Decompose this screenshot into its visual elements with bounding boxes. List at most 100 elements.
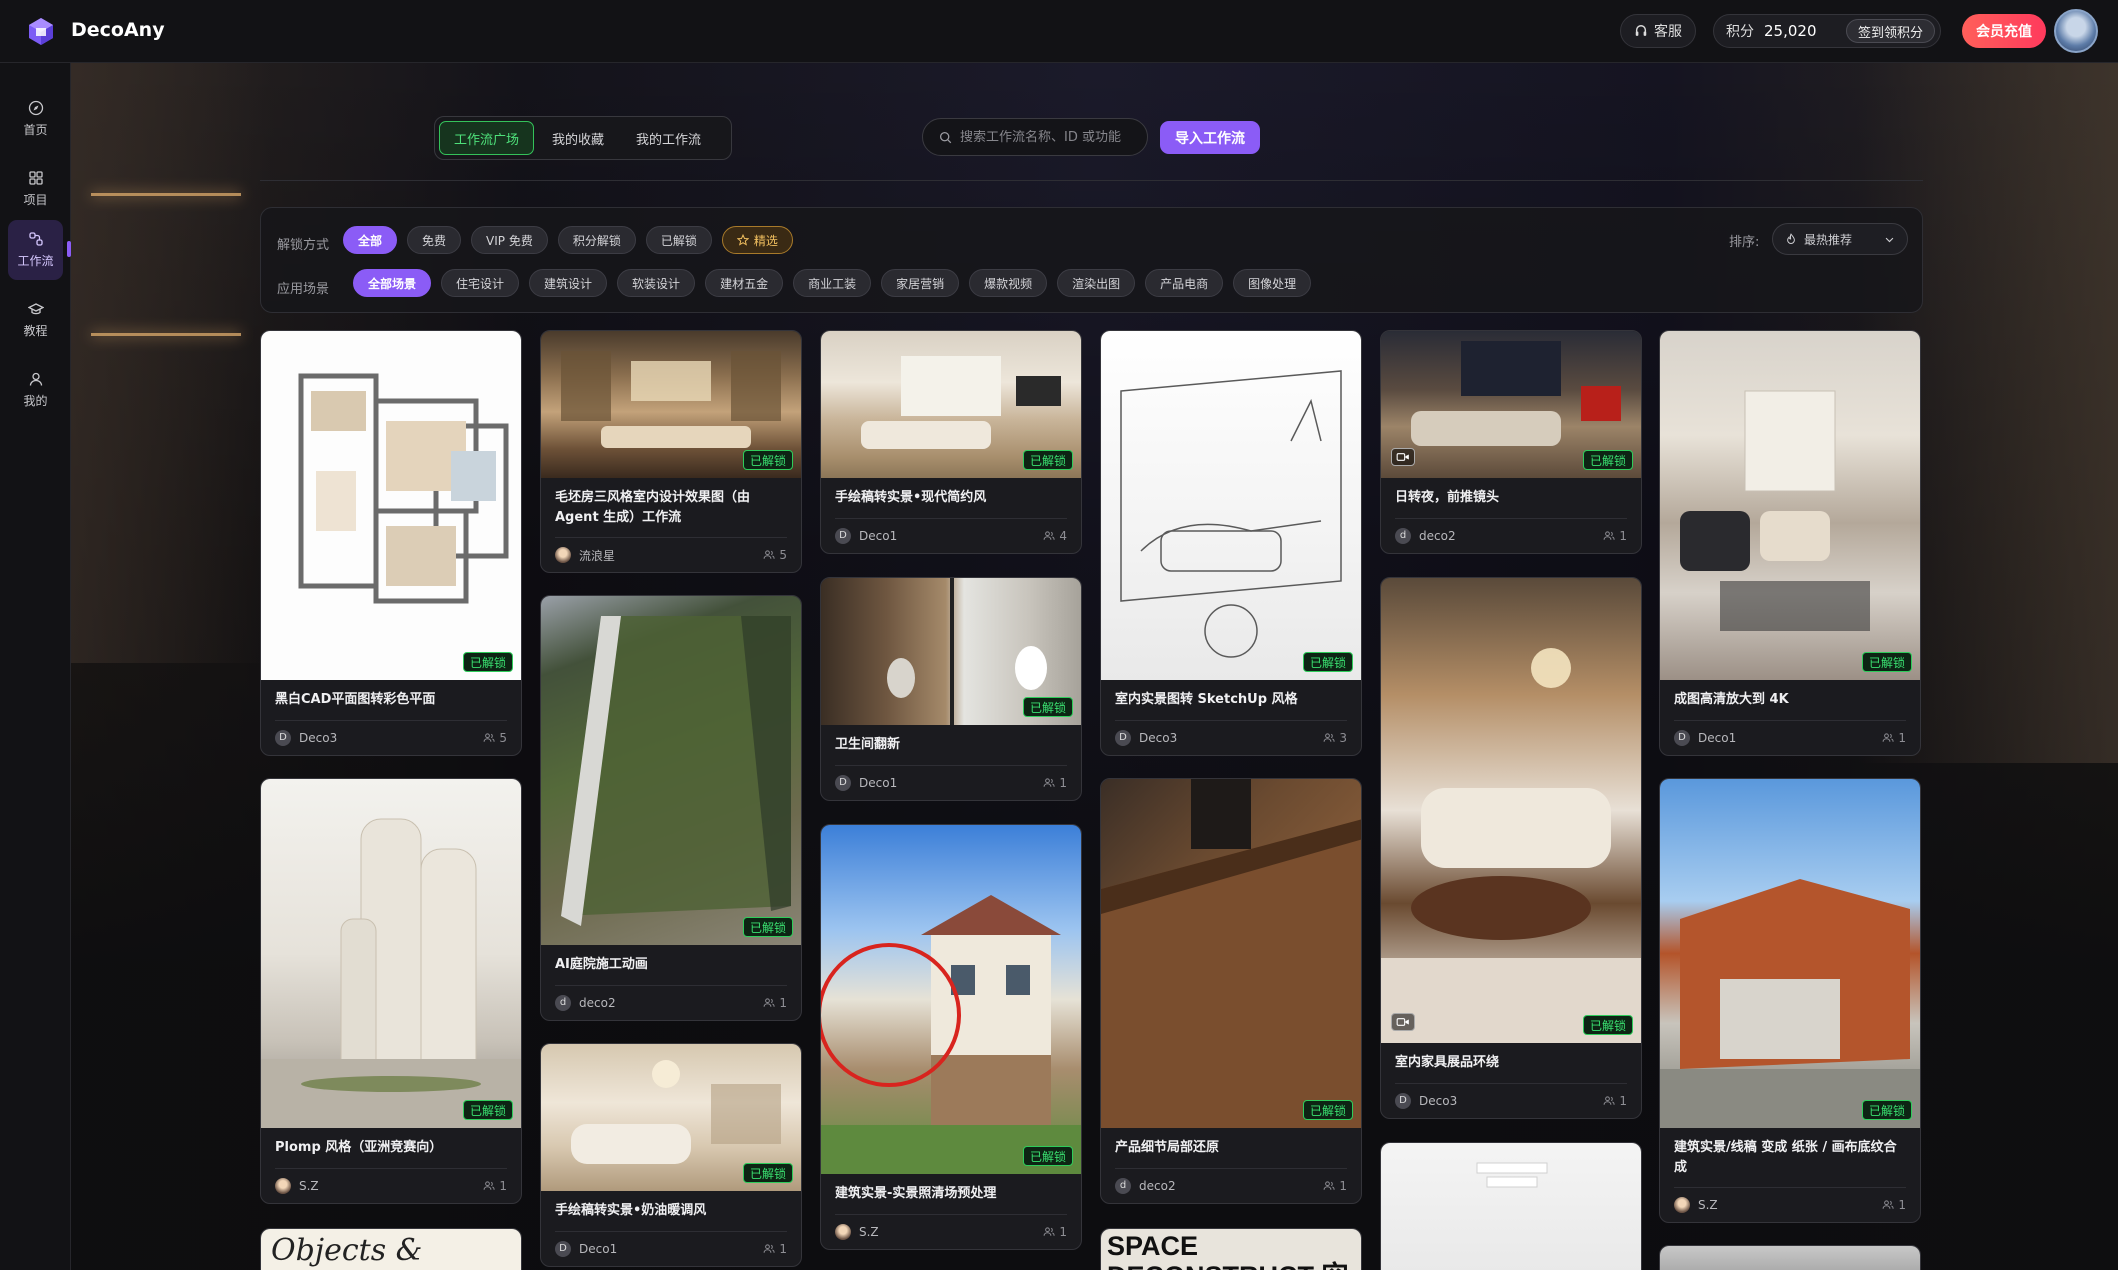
- users-icon: [763, 1243, 775, 1253]
- workflow-card[interactable]: 已解锁 室内家具展品环绕 D Deco3 1: [1380, 577, 1642, 1119]
- author-name: S.Z: [1698, 1198, 1718, 1212]
- tab-my-workflows[interactable]: 我的工作流: [622, 121, 715, 155]
- scene-chip-home-marketing[interactable]: 家居营销: [881, 269, 960, 297]
- usage-count: 1: [763, 996, 787, 1010]
- card-thumbnail: 已解锁: [1101, 779, 1361, 1128]
- workflow-card[interactable]: 已解锁 手绘稿转实景•现代简约风 D Deco1 4: [820, 330, 1082, 554]
- workflow-card[interactable]: [1380, 1142, 1642, 1270]
- users-icon: [1882, 732, 1894, 742]
- workflow-card[interactable]: 已解锁 黑白CAD平面图转彩色平面 D Deco3 5: [260, 330, 522, 756]
- sort-select[interactable]: 最热推荐: [1772, 223, 1908, 255]
- sidebar-item-home[interactable]: 首页: [8, 89, 63, 149]
- usage-value: 1: [499, 1178, 507, 1193]
- users-icon: [483, 732, 495, 742]
- card-thumbnail: 已解锁: [821, 578, 1081, 725]
- sketch-illustration: [1120, 370, 1342, 658]
- video-icon: [1391, 448, 1415, 466]
- scene-chip-architecture[interactable]: 建筑设计: [529, 269, 608, 297]
- card-thumbnail: 已解锁: [1660, 779, 1920, 1128]
- vip-recharge-button[interactable]: 会员充值: [1962, 14, 2046, 48]
- workflow-card[interactable]: 已解锁 室内实景图转 SketchUp 风格 D Deco3 3: [1100, 330, 1362, 756]
- import-workflow-button[interactable]: 导入工作流: [1160, 121, 1260, 154]
- usage-count: 1: [1043, 776, 1067, 790]
- workflow-card[interactable]: [1659, 1245, 1921, 1270]
- workflow-card[interactable]: 已解锁 日转夜，前推镜头 d deco2 1: [1380, 330, 1642, 554]
- workflow-card[interactable]: 已解锁 Plomp 风格（亚洲竞赛向） S.Z 1: [260, 778, 522, 1204]
- card-title: 建筑实景/线稿 变成 纸张 / 画布底纹合成: [1674, 1140, 1897, 1175]
- filter-chip-free[interactable]: 免费: [407, 226, 462, 254]
- filter-chip-unlocked[interactable]: 已解锁: [645, 226, 712, 254]
- sidebar-item-label: 我的: [23, 394, 48, 408]
- filter-chip-featured[interactable]: 精选: [721, 226, 793, 254]
- workflow-card[interactable]: Objects & Lamps: [260, 1228, 522, 1270]
- usage-count: 1: [1323, 1179, 1347, 1193]
- workflow-card[interactable]: 已解锁 建筑实景/线稿 变成 纸张 / 画布底纹合成 S.Z 1: [1659, 778, 1921, 1223]
- scene-chip-ecommerce[interactable]: 产品电商: [1145, 269, 1224, 297]
- points-label: 积分: [1726, 24, 1754, 40]
- author-avatar: d: [555, 994, 571, 1011]
- card-thumbnail: 已解锁: [541, 596, 801, 945]
- author-name: Deco3: [299, 730, 338, 745]
- usage-count: 1: [1603, 1094, 1627, 1108]
- workflow-card[interactable]: SPACE DECONSTRUCT 空间解构: [1100, 1228, 1362, 1270]
- sidebar-item-projects[interactable]: 项目: [8, 159, 63, 219]
- card-thumbnail: SPACE DECONSTRUCT 空间解构: [1101, 1229, 1361, 1270]
- card-thumbnail: 已解锁: [541, 1044, 801, 1191]
- unlocked-badge: 已解锁: [1582, 1015, 1633, 1035]
- decoany-logo-icon[interactable]: [26, 16, 56, 46]
- author-avatar: D: [1115, 729, 1131, 746]
- card-footer: 流浪星 5: [541, 538, 801, 572]
- author-avatar: D: [835, 774, 851, 791]
- usage-value: 5: [779, 548, 787, 562]
- scene-chip-residential[interactable]: 住宅设计: [441, 269, 520, 297]
- author-name: Deco1: [1698, 730, 1737, 745]
- card-footer: D Deco3 1: [1381, 1084, 1641, 1118]
- filter-chip-all[interactable]: 全部: [343, 226, 398, 254]
- scene-chip-image-processing[interactable]: 图像处理: [1233, 269, 1312, 297]
- points-panel: 积分 25,020 签到领积分: [1713, 14, 1941, 48]
- user-avatar[interactable]: [2054, 9, 2098, 53]
- unlocked-badge: 已解锁: [1022, 697, 1073, 717]
- tab-workflow-square[interactable]: 工作流广场: [439, 121, 535, 155]
- search-input[interactable]: [960, 129, 1140, 145]
- scene-chip-soft-decoration[interactable]: 软装设计: [617, 269, 696, 297]
- unlocked-badge: 已解锁: [1861, 652, 1912, 672]
- unlocked-badge: 已解锁: [1302, 652, 1353, 672]
- scene-chip-all[interactable]: 全部场景: [353, 269, 432, 297]
- card-footer: S.Z 1: [1660, 1188, 1920, 1222]
- garden-illustration: [561, 616, 791, 926]
- customer-service-button[interactable]: 客服: [1620, 14, 1696, 48]
- table-detail-illustration: [1101, 779, 1361, 1128]
- scene-chip-rendering[interactable]: 渲染出图: [1057, 269, 1136, 297]
- users-icon: [763, 997, 775, 1007]
- workflow-card[interactable]: 已解锁 毛坯房三风格室内设计效果图（由 Agent 生成）工作流 流浪星 5: [540, 330, 802, 573]
- unlocked-badge: 已解锁: [462, 1100, 513, 1120]
- card-thumbnail: 已解锁: [1381, 331, 1641, 478]
- unlocked-badge: 已解锁: [1582, 450, 1633, 470]
- video-icon: [1391, 1013, 1415, 1031]
- scene-chip-commercial[interactable]: 商业工装: [793, 269, 872, 297]
- card-title: 手绘稿转实景•现代简约风: [835, 490, 987, 505]
- filter-chip-points-unlock[interactable]: 积分解锁: [557, 226, 636, 254]
- workflow-card[interactable]: 已解锁 AI庭院施工动画 d deco2 1: [540, 595, 802, 1021]
- brand-name[interactable]: DecoAny: [71, 19, 165, 41]
- workflow-card[interactable]: 已解锁 建筑实景-实景照清场预处理 S.Z 1: [820, 824, 1082, 1250]
- sidebar-item-mine[interactable]: 我的: [8, 360, 63, 420]
- usage-count: 1: [1043, 1225, 1067, 1239]
- sort-value: 最热推荐: [1804, 232, 1853, 247]
- sidebar-item-tutorial[interactable]: 教程: [8, 290, 63, 350]
- usage-count: 5: [483, 731, 507, 745]
- checkin-button[interactable]: 签到领积分: [1845, 19, 1935, 43]
- author-name: Deco3: [1419, 1093, 1458, 1108]
- scene-chip-viral-video[interactable]: 爆款视频: [969, 269, 1048, 297]
- scene-chip-building-materials[interactable]: 建材五金: [705, 269, 784, 297]
- workflow-card[interactable]: 已解锁 卫生间翻新 D Deco1 1: [820, 577, 1082, 801]
- workflow-card[interactable]: 已解锁 产品细节局部还原 d deco2 1: [1100, 778, 1362, 1204]
- tab-my-favorites[interactable]: 我的收藏: [538, 121, 618, 155]
- sidebar-item-workflow[interactable]: 工作流: [8, 220, 63, 280]
- filter-chip-vip-free[interactable]: VIP 免费: [471, 226, 548, 254]
- workflow-card[interactable]: 已解锁 手绘稿转实景•奶油暖调风 D Deco1 1: [540, 1043, 802, 1267]
- filter-panel: 解锁方式 全部 免费 VIP 免费 积分解锁 已解锁 精选 应用场景 全部场景 …: [260, 207, 1923, 313]
- workflow-card[interactable]: 已解锁 成图高清放大到 4K D Deco1 1: [1659, 330, 1921, 756]
- scene-filter-chips: 全部场景 住宅设计 建筑设计 软装设计 建材五金 商业工装 家居营销 爆款视频 …: [353, 269, 1312, 297]
